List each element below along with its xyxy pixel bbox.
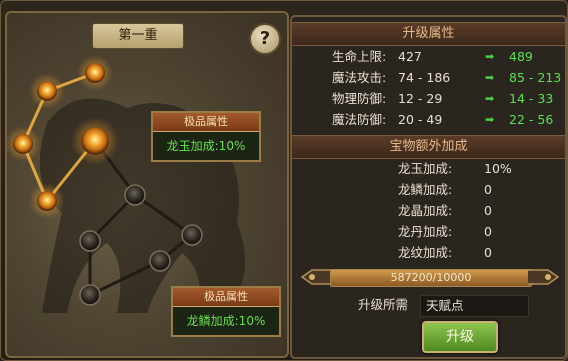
bonus-row: 龙纹加成: 0 [292,243,565,263]
green-right-arrow-icon: ➡ [485,50,495,63]
premium-attr-box-bottom: 极品属性 龙鳞加成:10% [171,286,281,337]
bonus-value: 0 [484,203,492,218]
bonus-value: 0 [484,245,492,260]
stats-panel: 升级属性 生命上限: 427 ➡ 489 魔法攻击: 74 - 186 ➡ 85… [290,15,567,359]
stat-row: 生命上限: 427 ➡ 489 [292,47,565,67]
lit-node [77,55,113,91]
green-right-arrow-icon: ➡ [485,92,495,105]
bonus-value: 0 [484,182,492,197]
lit-node [7,126,41,162]
dim-node [149,250,171,272]
bonus-label: 龙玉加成: [398,161,453,176]
dim-node [181,224,203,246]
upgrade-window: 第一重 ? 极品属性 龙玉加成:10% 极品属性 龙鳞加成:10% 升级属性 生… [0,0,568,361]
stat-current: 427 [398,49,422,64]
bonus-row: 龙晶加成: 0 [292,201,565,221]
stat-label: 魔法攻击: [332,70,387,85]
stat-label: 生命上限: [332,49,387,64]
bonus-row: 龙丹加成: 0 [292,222,565,242]
help-button[interactable]: ? [249,23,281,55]
stat-label: 魔法防御: [332,112,387,127]
bonus-value: 0 [484,224,492,239]
lit-node [29,73,65,109]
stat-label: 物理防御: [332,91,387,106]
premium-attr-header: 极品属性 [173,288,279,307]
bonus-label: 龙丹加成: [398,224,453,239]
stat-next: 22 - 56 [509,112,554,127]
stat-row: 魔法攻击: 74 - 186 ➡ 85 - 213 [292,68,565,88]
dim-node [79,284,101,306]
bonus-header: 宝物额外加成 [292,135,565,159]
bonus-label: 龙晶加成: [398,203,453,218]
premium-attr-header: 极品属性 [153,113,259,132]
lit-node [71,117,119,165]
stat-row: 魔法防御: 20 - 49 ➡ 22 - 56 [292,110,565,130]
requirement-value: 天赋点 [420,295,529,317]
green-right-arrow-icon: ➡ [485,113,495,126]
bonus-row: 龙鳞加成: 0 [292,180,565,200]
premium-attr-value: 龙鳞加成:10% [173,307,279,335]
requirement-label: 升级所需 [358,297,409,312]
stat-row: 物理防御: 12 - 29 ➡ 14 - 33 [292,89,565,109]
lit-node [29,183,65,219]
stat-current: 12 - 29 [398,91,443,106]
green-right-arrow-icon: ➡ [485,71,495,84]
exp-progress-bar: 587200/10000 [330,269,532,287]
stat-next: 489 [509,49,533,64]
stat-current: 20 - 49 [398,112,443,127]
progress-left-ornament-icon [300,269,332,285]
dim-node [124,184,146,206]
stat-next: 14 - 33 [509,91,554,106]
stat-next: 85 - 213 [509,70,562,85]
dim-node [79,230,101,252]
bonus-label: 龙纹加成: [398,245,453,260]
upgrade-attr-header: 升级属性 [292,22,565,46]
upgrade-button[interactable]: 升级 [422,321,498,353]
progress-right-ornament-icon [528,269,560,285]
bonus-label: 龙鳞加成: [398,182,453,197]
stat-current: 74 - 186 [398,70,451,85]
premium-attr-value: 龙玉加成:10% [153,132,259,160]
exp-progress-text: 587200/10000 [390,271,472,284]
constellation-panel: 第一重 ? 极品属性 龙玉加成:10% 极品属性 龙鳞加成:10% [5,11,289,358]
bonus-value: 10% [484,161,512,176]
bonus-row: 龙玉加成: 10% [292,159,565,179]
layer-title: 第一重 [92,23,184,49]
premium-attr-box-top: 极品属性 龙玉加成:10% [151,111,261,162]
